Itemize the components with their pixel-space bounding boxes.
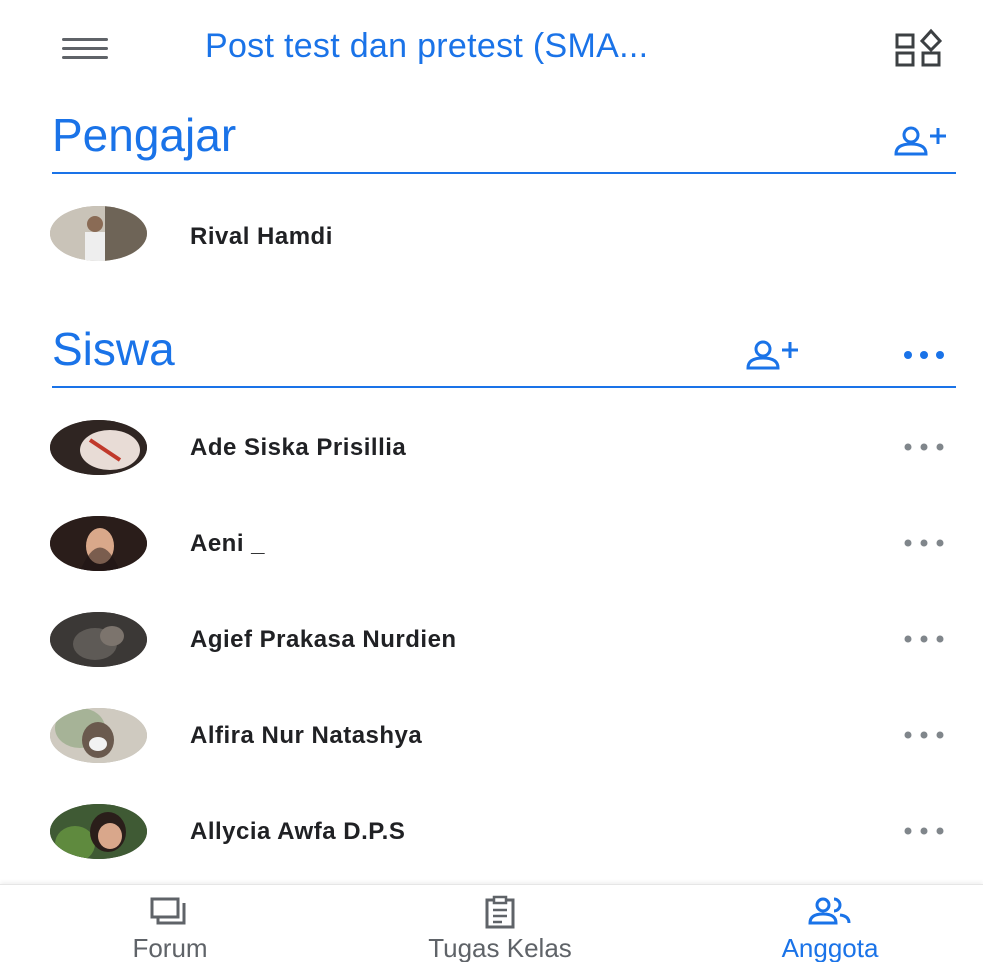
student-name: Agief Prakasa Nurdien <box>190 626 457 653</box>
teachers-divider <box>52 172 956 174</box>
avatar <box>50 516 147 571</box>
student-row[interactable]: Ade Siska Prisillia <box>0 400 983 495</box>
hamburger-menu-icon[interactable] <box>62 34 112 64</box>
more-horizontal-icon[interactable] <box>898 340 950 370</box>
avatar <box>50 206 147 261</box>
nav-classwork-label: Tugas Kelas <box>428 933 572 962</box>
people-icon <box>807 895 853 932</box>
student-row[interactable]: Aeni _ <box>0 496 983 591</box>
student-name: Allycia Awfa D.P.S <box>190 818 406 845</box>
nav-forum-label: Forum <box>132 933 208 962</box>
students-heading: Siswa <box>52 323 175 375</box>
class-switcher-icon[interactable] <box>893 25 953 75</box>
top-app-bar: Post test dan pretest (SMA... <box>0 0 983 95</box>
student-row[interactable]: Allycia Awfa D.P.S <box>0 784 983 879</box>
nav-people-label: Anggota <box>781 933 879 962</box>
nav-people[interactable]: Anggota <box>745 885 915 962</box>
forum-icon <box>148 895 192 932</box>
nav-classwork[interactable]: Tugas Kelas <box>395 885 605 962</box>
more-horizontal-icon[interactable] <box>898 432 950 462</box>
student-name: Alfira Nur Natashya <box>190 722 423 749</box>
student-name: Ade Siska Prisillia <box>190 434 407 461</box>
more-horizontal-icon[interactable] <box>898 816 950 846</box>
class-title[interactable]: Post test dan pretest (SMA... <box>205 27 648 66</box>
teachers-heading: Pengajar <box>52 109 237 161</box>
avatar <box>50 612 147 667</box>
add-person-icon[interactable] <box>893 122 953 162</box>
teacher-row[interactable]: Rival Hamdi <box>0 188 983 283</box>
bottom-navigation: Forum Tugas Kelas Anggota <box>0 884 983 962</box>
student-name: Aeni _ <box>190 530 266 557</box>
more-horizontal-icon[interactable] <box>898 528 950 558</box>
student-row[interactable]: Agief Prakasa Nurdien <box>0 592 983 687</box>
teacher-name: Rival Hamdi <box>190 223 333 250</box>
avatar <box>50 708 147 763</box>
nav-forum[interactable]: Forum <box>95 885 245 962</box>
more-horizontal-icon[interactable] <box>898 624 950 654</box>
add-person-icon[interactable] <box>745 336 805 376</box>
classwork-icon <box>482 895 518 934</box>
more-horizontal-icon[interactable] <box>898 720 950 750</box>
avatar <box>50 804 147 859</box>
avatar <box>50 420 147 475</box>
student-row[interactable]: Alfira Nur Natashya <box>0 688 983 783</box>
students-divider <box>52 386 956 388</box>
